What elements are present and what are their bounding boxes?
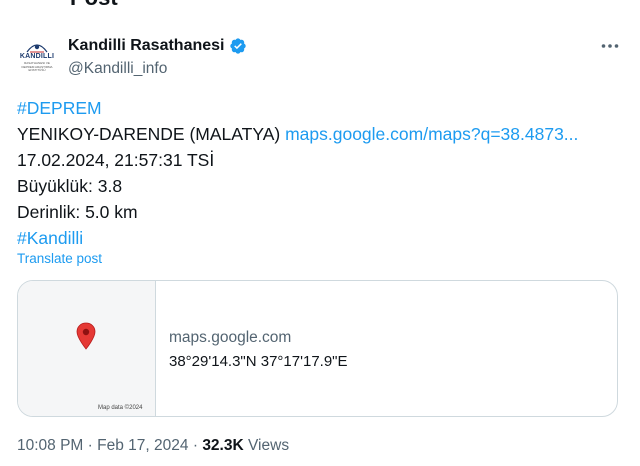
map-thumbnail: Map data ©2024 <box>18 281 156 416</box>
hashtag-kandilli[interactable]: #Kandilli <box>17 228 83 248</box>
datetime-text: 17.02.2024, 21:57:31 TSİ <box>17 150 215 170</box>
author-name-row: Kandilli Rasathanesi <box>68 37 247 55</box>
magnitude-text: Büyüklük: 3.8 <box>17 176 123 196</box>
map-pin-icon <box>76 322 96 350</box>
page-title: Post <box>70 0 118 10</box>
meta-separator: · <box>192 437 198 454</box>
post-meta: 10:08 PM · Feb 17, 2024 · 32.3K Views <box>17 437 289 455</box>
translate-post-link[interactable]: Translate post <box>17 251 102 266</box>
observatory-logo-icon <box>26 44 48 53</box>
avatar-logo-text: KANDILLI <box>19 53 55 60</box>
link-preview-card[interactable]: Map data ©2024 maps.google.com 38°29'14.… <box>17 280 618 417</box>
meta-separator: · <box>87 437 93 454</box>
verified-badge-icon <box>229 38 246 54</box>
card-domain: maps.google.com <box>169 329 292 346</box>
author-handle[interactable]: @Kandilli_info <box>68 60 167 78</box>
location-text: YENIKOY-DARENDE (MALATYA) <box>17 124 281 144</box>
author-display-name[interactable]: Kandilli Rasathanesi <box>68 37 225 55</box>
post-time[interactable]: 10:08 PM <box>17 437 83 454</box>
hashtag-deprem[interactable]: #DEPREM <box>17 98 102 118</box>
views-count: 32.3K <box>202 437 244 454</box>
map-attribution: Map data ©2024 <box>98 405 143 411</box>
avatar[interactable]: KANDILLI RASATHANESI VE DEPREM ARAŞTIRMA… <box>17 38 57 78</box>
post-text: #DEPREM YENIKOY-DARENDE (MALATYA) maps.g… <box>17 95 617 251</box>
more-options-icon[interactable] <box>600 36 620 56</box>
depth-text: Derinlik: 5.0 km <box>17 202 138 222</box>
avatar-logo-subtext: RASATHANESI VE DEPREM ARAŞTIRMA ENSTITÜS… <box>21 61 53 72</box>
card-title: 38°29'14.3"N 37°17'17.9"E <box>169 353 348 370</box>
views-label: Views <box>248 437 290 454</box>
post-date[interactable]: Feb 17, 2024 <box>97 437 188 454</box>
maps-link[interactable]: maps.google.com/maps?q=38.4873... <box>285 124 578 144</box>
